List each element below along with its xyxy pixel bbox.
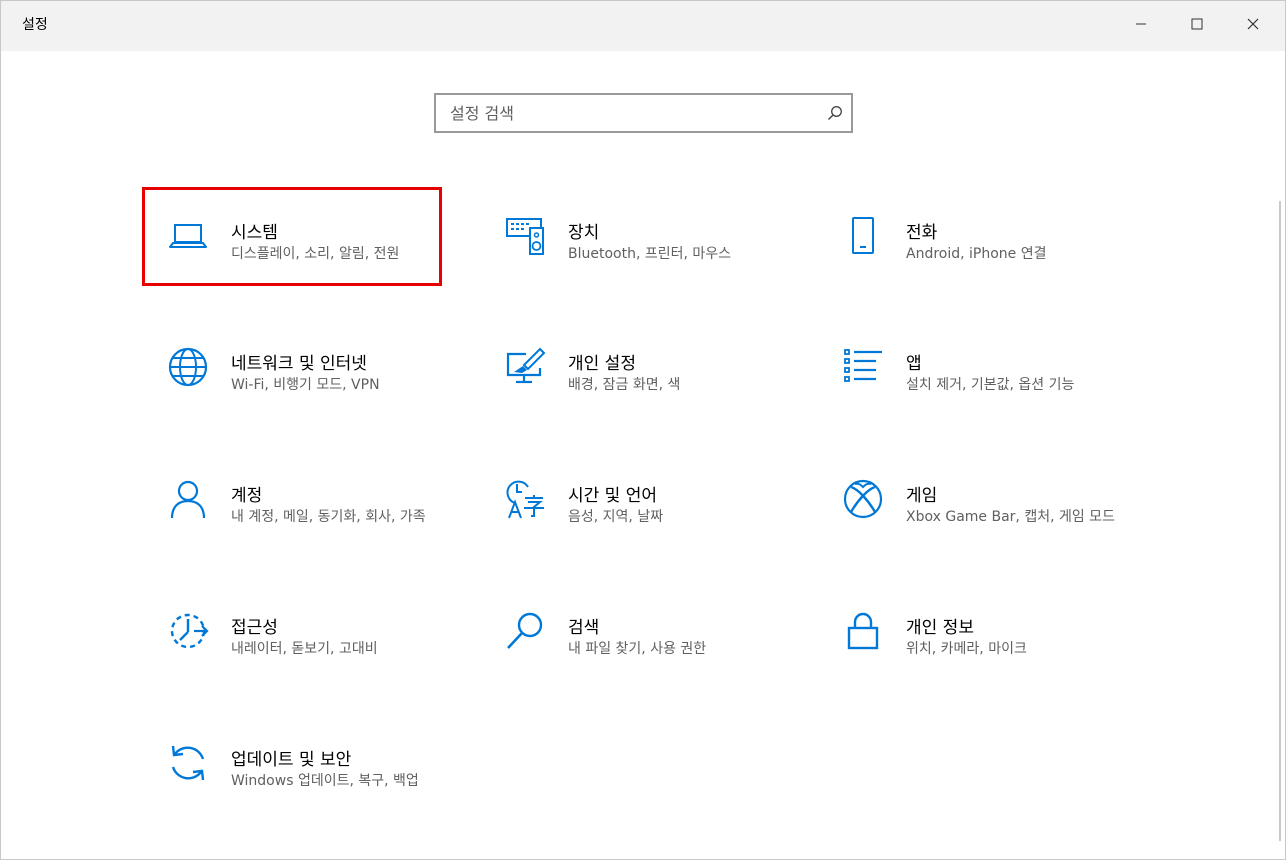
tile-title: 개인 설정: [568, 354, 636, 374]
tile-update-security[interactable]: 업데이트 및 보안 Windows 업데이트, 복구, 백업: [142, 718, 442, 813]
tile-ease-of-access[interactable]: 접근성 내레이터, 돋보기, 고대비: [142, 586, 442, 681]
scrollbar[interactable]: [1279, 201, 1281, 841]
phone-icon: [842, 215, 884, 257]
minimize-icon: [1136, 23, 1146, 25]
tile-subtitle: 디스플레이, 소리, 알림, 전원: [231, 246, 400, 262]
tile-title: 네트워크 및 인터넷: [231, 354, 367, 374]
tile-title: 접근성: [231, 618, 278, 638]
globe-icon: [167, 346, 209, 388]
tile-subtitle: 내레이터, 돋보기, 고대비: [231, 641, 378, 657]
title-bar: 설정: [1, 1, 1285, 51]
tile-title: 시스템: [231, 223, 278, 243]
tile-subtitle: Wi-Fi, 비행기 모드, VPN: [231, 377, 380, 393]
tile-personalization[interactable]: 개인 설정 배경, 잠금 화면, 색: [479, 322, 779, 417]
time-language-icon: [504, 478, 546, 520]
close-icon: [1247, 18, 1259, 30]
close-button[interactable]: [1225, 1, 1281, 47]
search-box[interactable]: [434, 93, 853, 133]
tile-subtitle: 내 파일 찾기, 사용 권한: [568, 641, 707, 657]
tile-title: 전화: [906, 223, 938, 243]
tile-gaming[interactable]: 게임 Xbox Game Bar, 캡처, 게임 모드: [817, 454, 1117, 549]
maximize-button[interactable]: [1169, 1, 1225, 47]
laptop-icon: [167, 215, 209, 257]
tile-subtitle: 음성, 지역, 날짜: [568, 509, 664, 525]
tile-title: 계정: [231, 486, 263, 506]
tile-subtitle: 내 계정, 메일, 동기화, 회사, 가족: [231, 509, 426, 525]
tile-title: 앱: [906, 354, 922, 374]
tile-system[interactable]: 시스템 디스플레이, 소리, 알림, 전원: [142, 191, 442, 286]
minimize-button[interactable]: [1113, 1, 1169, 47]
tile-title: 시간 및 언어: [568, 486, 658, 506]
tile-subtitle: Android, iPhone 연결: [906, 246, 1047, 262]
search-icon: [504, 610, 546, 652]
person-icon: [167, 478, 209, 520]
tile-apps[interactable]: 앱 설치 제거, 기본값, 옵션 기능: [817, 322, 1117, 417]
tile-subtitle: Bluetooth, 프린터, 마우스: [568, 246, 732, 262]
tile-devices[interactable]: 장치 Bluetooth, 프린터, 마우스: [479, 191, 779, 286]
window-title: 설정: [22, 17, 48, 33]
tile-phone[interactable]: 전화 Android, iPhone 연결: [817, 191, 1117, 286]
settings-window: 설정 시스템 디스플레이, 소리, 알림, 전원 장치 Bluetooth, 프…: [0, 0, 1286, 860]
tile-privacy[interactable]: 개인 정보 위치, 카메라, 마이크: [817, 586, 1117, 681]
tile-title: 게임: [906, 486, 938, 506]
paint-monitor-icon: [504, 346, 546, 388]
maximize-icon: [1191, 18, 1203, 30]
tile-title: 개인 정보: [906, 618, 974, 638]
tile-subtitle: 배경, 잠금 화면, 색: [568, 377, 681, 393]
xbox-icon: [842, 478, 884, 520]
tile-time-language[interactable]: 시간 및 언어 음성, 지역, 날짜: [479, 454, 779, 549]
search-icon[interactable]: [827, 105, 843, 121]
tile-network[interactable]: 네트워크 및 인터넷 Wi-Fi, 비행기 모드, VPN: [142, 322, 442, 417]
tile-subtitle: 설치 제거, 기본값, 옵션 기능: [906, 377, 1075, 393]
tile-subtitle: Xbox Game Bar, 캡처, 게임 모드: [906, 509, 1115, 525]
update-sync-icon: [167, 742, 209, 784]
keyboard-speaker-icon: [504, 215, 546, 257]
tile-subtitle: 위치, 카메라, 마이크: [906, 641, 1027, 657]
tile-subtitle: Windows 업데이트, 복구, 백업: [231, 773, 419, 789]
search-input[interactable]: [436, 95, 816, 131]
tile-search[interactable]: 검색 내 파일 찾기, 사용 권한: [479, 586, 779, 681]
apps-list-icon: [842, 346, 884, 388]
tile-title: 장치: [568, 223, 600, 243]
tile-accounts[interactable]: 계정 내 계정, 메일, 동기화, 회사, 가족: [142, 454, 442, 549]
ease-of-access-icon: [167, 610, 209, 652]
tile-title: 검색: [568, 618, 600, 638]
lock-icon: [842, 610, 884, 652]
tile-title: 업데이트 및 보안: [231, 750, 352, 770]
